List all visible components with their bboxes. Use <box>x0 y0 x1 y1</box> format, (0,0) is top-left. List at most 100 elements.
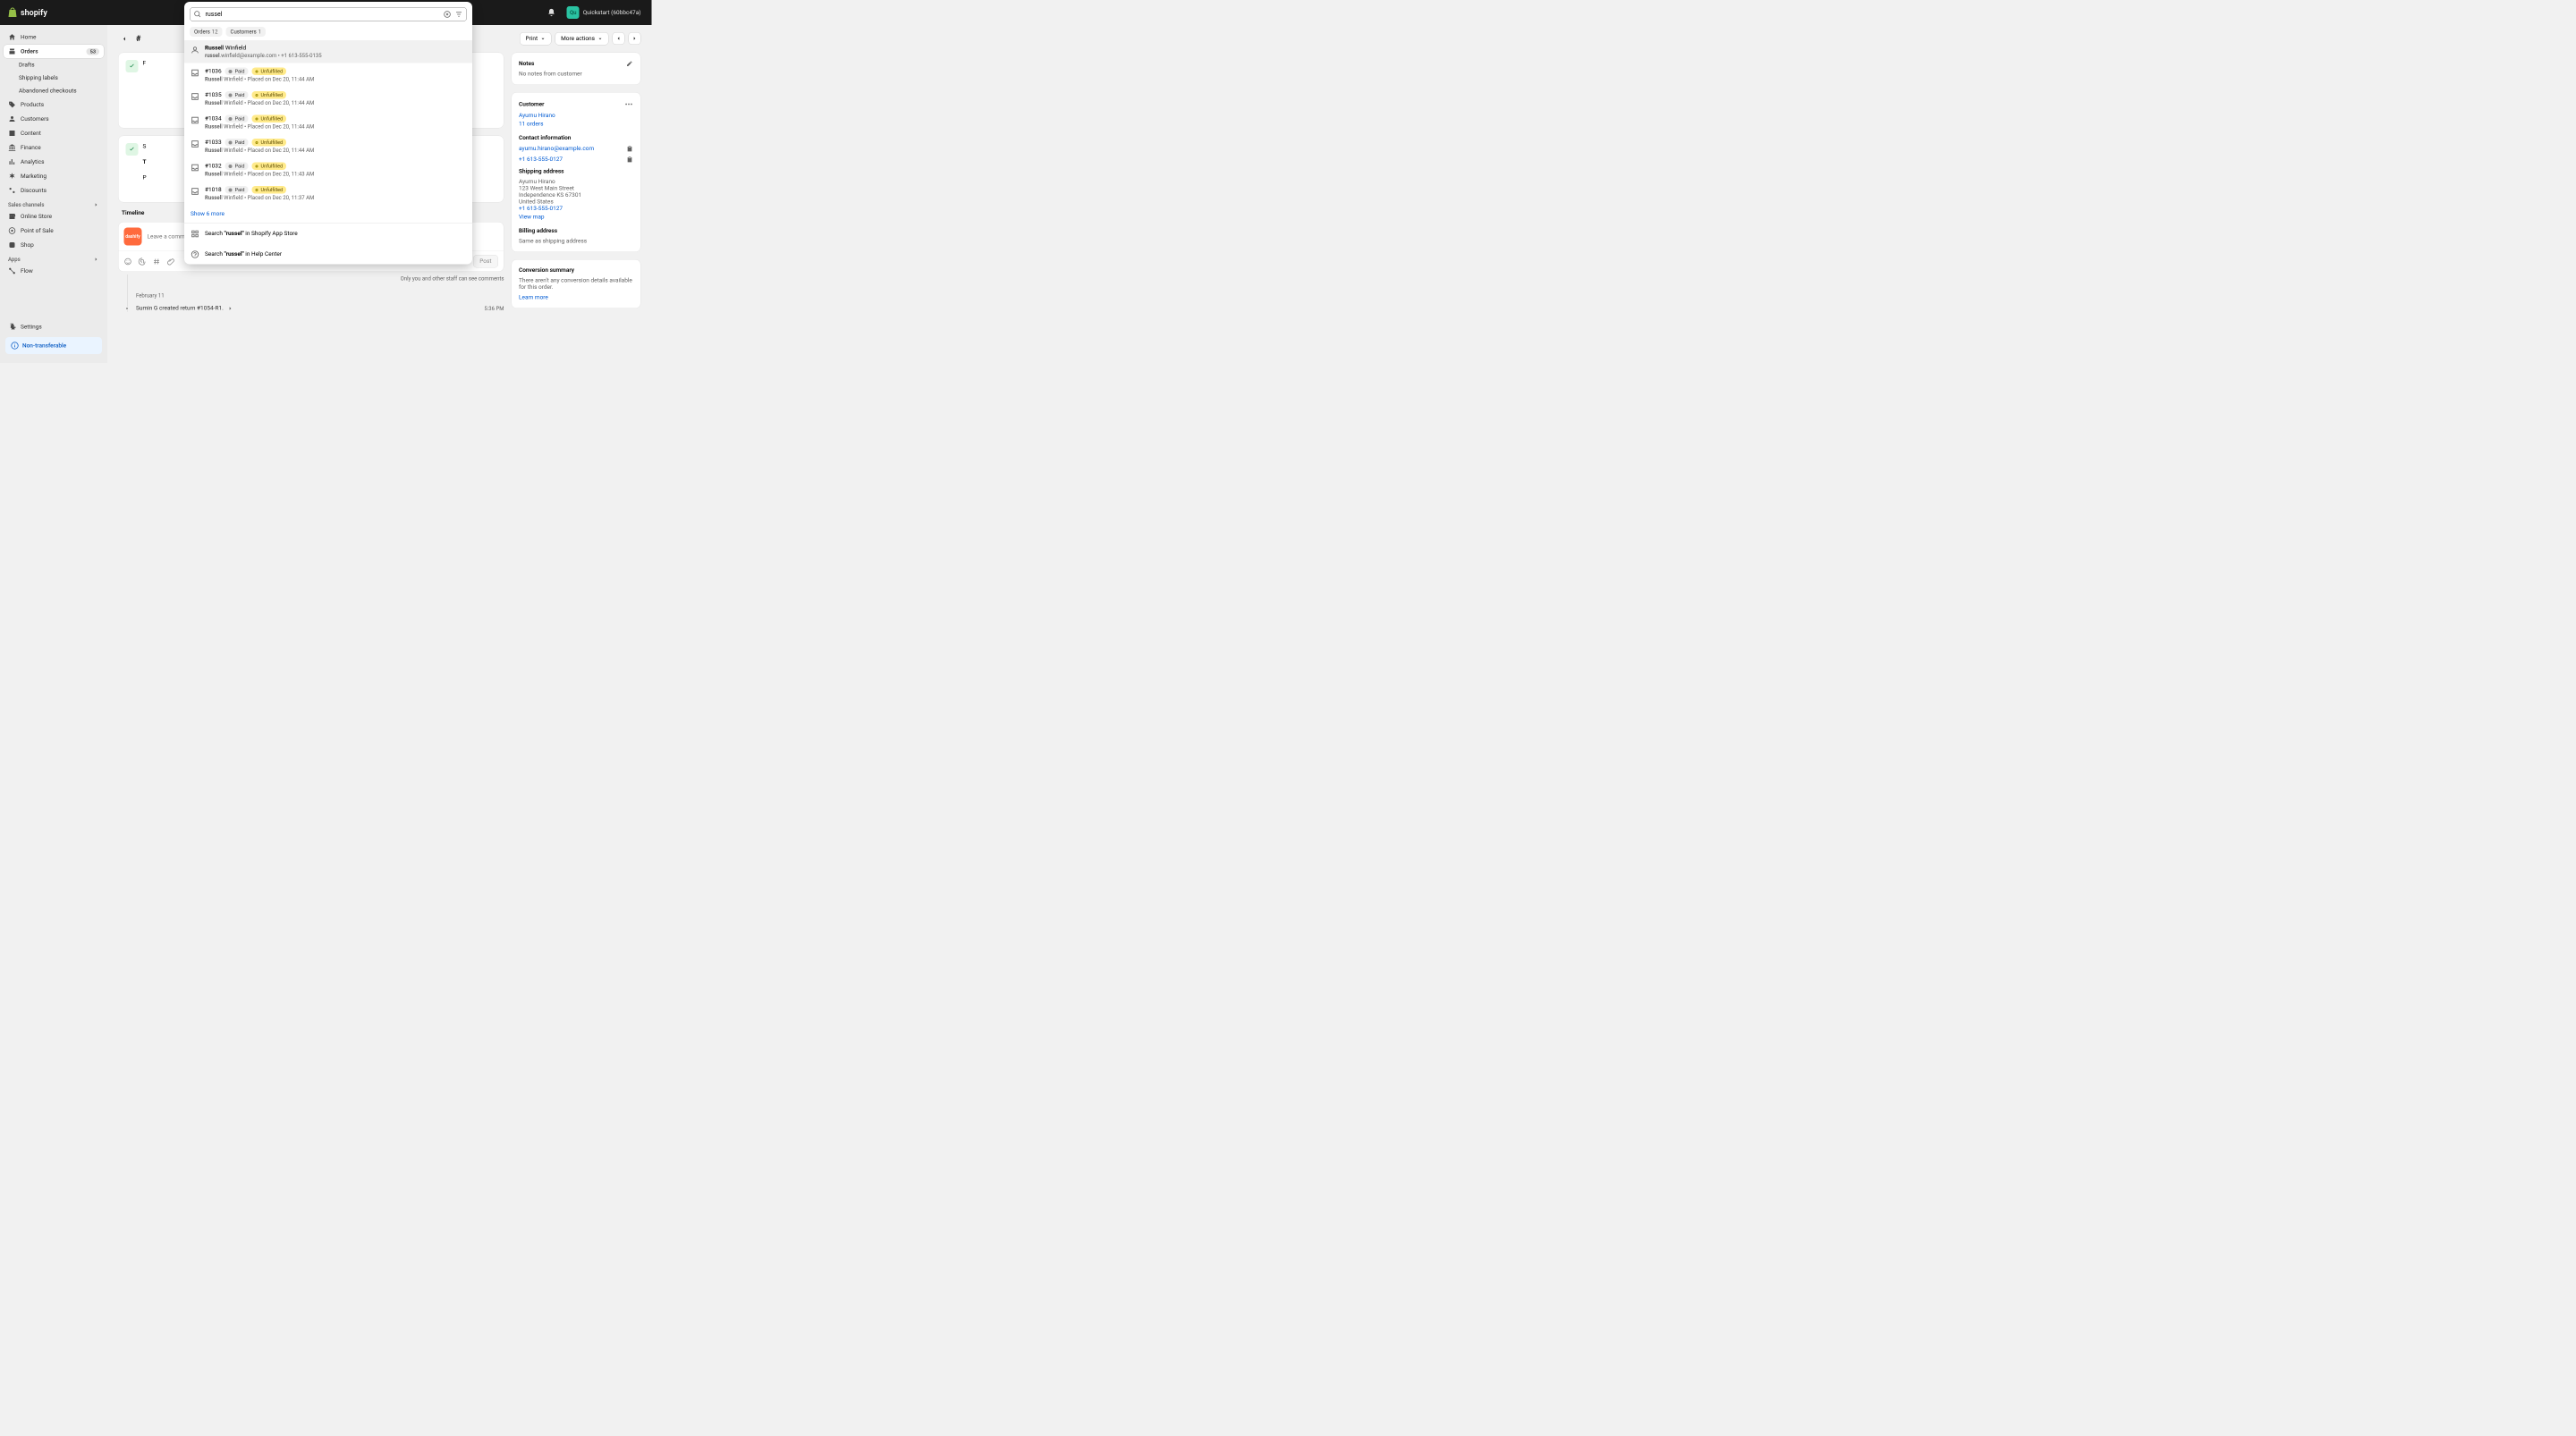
chevron-down-icon <box>597 36 603 41</box>
customer-name-link[interactable]: Ayumu Hirano <box>519 113 633 120</box>
sidebar-item-orders[interactable]: Orders 53 <box>4 45 104 58</box>
order-id: #1034 <box>205 115 222 122</box>
contact-phone-link[interactable]: +1 613-555-0127 <box>519 156 563 163</box>
customer-orders-link[interactable]: 11 orders <box>519 121 633 128</box>
unfulfilled-badge: Unfulfilled <box>251 139 286 147</box>
next-order-button[interactable] <box>629 32 641 45</box>
clipboard-icon[interactable] <box>626 156 633 163</box>
inbox-icon <box>191 69 199 78</box>
sidebar-item-discounts[interactable]: Discounts <box>4 184 104 198</box>
sidebar-item-shipping-labels[interactable]: Shipping labels <box>4 72 104 85</box>
search-result-order[interactable]: #1034 Paid Unfulfilled Russell Winfield … <box>184 111 472 135</box>
sidebar-item-marketing[interactable]: Marketing <box>4 170 104 183</box>
inbox-icon <box>191 139 199 148</box>
emoji-icon[interactable] <box>124 258 132 266</box>
search-result-order[interactable]: #1036 Paid Unfulfilled Russell Winfield … <box>184 63 472 88</box>
button-label: More actions <box>561 36 595 43</box>
notifications-icon[interactable] <box>547 8 556 17</box>
apps-header[interactable]: Apps <box>4 253 104 265</box>
chevron-right-icon <box>631 36 638 42</box>
non-transferable-banner[interactable]: Non-transferable <box>5 337 102 354</box>
filter-tab-orders[interactable]: Orders 12 <box>190 27 223 37</box>
shopify-logo[interactable]: shopify <box>7 7 47 18</box>
action-bold: "russel" <box>225 230 244 237</box>
search-result-customer[interactable]: Russell Winfield russel.winfield@example… <box>184 40 472 63</box>
search-result-order[interactable]: #1018 Paid Unfulfilled Russell Winfield … <box>184 182 472 206</box>
cust-suffix: l Winfield <box>221 123 242 130</box>
sidebar-item-finance[interactable]: Finance <box>4 141 104 155</box>
mention-icon[interactable] <box>139 258 147 266</box>
search-result-order[interactable]: #1032 Paid Unfulfilled Russell Winfield … <box>184 158 472 182</box>
unfulfilled-badge: Unfulfilled <box>251 91 286 99</box>
arrow-left-icon <box>121 35 128 42</box>
nav-label: Content <box>21 130 41 137</box>
nav-label: Discounts <box>21 187 47 194</box>
learn-more-link[interactable]: Learn more <box>519 294 633 301</box>
sidebar-item-drafts[interactable]: Drafts <box>4 59 104 72</box>
clipboard-icon[interactable] <box>626 145 633 152</box>
unfulfilled-badge: Unfulfilled <box>251 186 286 194</box>
nav-label: Home <box>21 34 36 41</box>
match-text: Russel <box>205 148 221 154</box>
edit-icon[interactable] <box>626 60 633 67</box>
match-text: Russel <box>205 195 221 201</box>
store-switcher[interactable]: Qu Quickstart (60bbc47a) <box>564 4 645 21</box>
clear-icon[interactable] <box>444 11 452 19</box>
nav-label: Drafts <box>19 62 35 69</box>
back-button[interactable] <box>118 32 131 45</box>
search-field[interactable] <box>190 7 467 21</box>
attachment-icon[interactable] <box>167 258 175 266</box>
hash-icon[interactable] <box>153 258 161 266</box>
image-icon <box>8 130 16 138</box>
search-app-store[interactable]: Search "russel" in Shopify App Store <box>184 224 472 244</box>
more-actions-button[interactable]: More actions <box>555 32 609 46</box>
action-post: in Help Center <box>244 250 282 258</box>
sidebar-item-customers[interactable]: Customers <box>4 113 104 126</box>
post-button[interactable]: Post <box>473 255 498 268</box>
sidebar-item-online-store[interactable]: Online Store <box>4 210 104 224</box>
sidebar-item-settings[interactable]: Settings <box>4 320 104 334</box>
unfulfilled-badge: Unfulfilled <box>251 115 286 123</box>
ship-country: United States <box>519 199 633 206</box>
filter-tab-customers[interactable]: Customers 1 <box>226 27 267 37</box>
app-avatar: dashify <box>124 228 142 246</box>
chevron-left-icon <box>615 36 622 42</box>
filter-icon[interactable] <box>455 11 463 19</box>
sidebar-item-flow[interactable]: Flow <box>4 265 104 278</box>
sidebar-item-analytics[interactable]: Analytics <box>4 156 104 169</box>
shipping-title: Shipping address <box>519 168 564 175</box>
paid-badge: Paid <box>225 186 249 194</box>
sales-channels-header[interactable]: Sales channels <box>4 199 104 210</box>
show-more-link[interactable]: Show 6 more <box>184 206 472 224</box>
sidebar-item-point-of-sale[interactable]: Point of Sale <box>4 224 104 238</box>
sidebar-item-shop[interactable]: Shop <box>4 239 104 252</box>
contact-email-link[interactable]: ayumu.hirano@example.com <box>519 145 594 152</box>
nav-label: Flow <box>21 267 33 275</box>
search-popover: Orders 12 Customers 1 Russell Winfield r… <box>184 2 472 265</box>
print-button[interactable]: Print <box>520 32 552 46</box>
timeline-entry[interactable]: Sumin G created return #1054-R1. 5:36 PM <box>136 305 504 312</box>
order-id: #1035 <box>205 92 222 99</box>
action-post: in Shopify App Store <box>244 230 298 237</box>
search-result-order[interactable]: #1033 Paid Unfulfilled Russell Winfield … <box>184 134 472 158</box>
nav-label: Analytics <box>21 158 44 165</box>
result-email-suffix: .winfield@example.com <box>220 53 277 59</box>
view-map-link[interactable]: View map <box>519 214 633 221</box>
person-icon <box>191 46 199 55</box>
sidebar-item-content[interactable]: Content <box>4 127 104 140</box>
search-help-center[interactable]: Search "russel" in Help Center <box>184 244 472 265</box>
sidebar-item-products[interactable]: Products <box>4 98 104 112</box>
apps-grid-icon <box>191 230 199 239</box>
shopify-bag-icon <box>7 7 18 18</box>
more-icon[interactable] <box>624 100 633 109</box>
sidebar-item-abandoned-checkouts[interactable]: Abandoned checkouts <box>4 85 104 97</box>
result-phone: +1 613-555-0135 <box>281 53 321 59</box>
prev-order-button[interactable] <box>613 32 625 45</box>
search-input[interactable] <box>206 11 440 18</box>
cust-suffix: l Winfield <box>221 148 242 154</box>
sidebar-item-home[interactable]: Home <box>4 30 104 44</box>
ship-phone-link[interactable]: +1 613-555-0127 <box>519 206 633 213</box>
row-char: P <box>143 174 147 182</box>
action-pre: Search <box>205 250 225 258</box>
search-result-order[interactable]: #1035 Paid Unfulfilled Russell Winfield … <box>184 87 472 111</box>
